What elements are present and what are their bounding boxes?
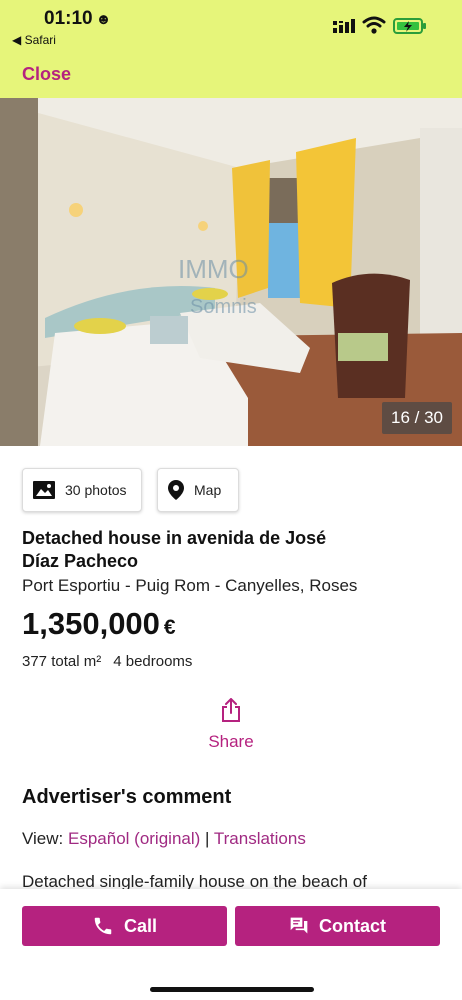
bedroom-photo-image: IMMO Somnis [0,98,462,446]
wifi-icon [362,16,386,34]
listing-photo[interactable]: IMMO Somnis 16 / 30 [0,98,462,446]
back-to-safari[interactable]: ◀ Safari [12,33,56,47]
view-prefix: View: [22,829,64,848]
title-line-1: Detached house in avenida de José [22,528,327,548]
svg-text:Somnis: Somnis [190,296,257,318]
share-button[interactable]: Share [181,698,281,752]
smiley-icon: ☻ [95,11,112,28]
map-button[interactable]: Map [157,468,239,512]
listing-price: 1,350,000 € [22,606,176,642]
language-switch: View: Español (original) | Translations [22,829,306,849]
top-header: 01:10 ☻ ◀ Safari Close [0,0,462,98]
svg-text:IMMO: IMMO [178,254,249,284]
status-time: 01:10 ☻ [44,8,111,30]
bottom-action-bar: Call Contact [0,889,462,1000]
call-label: Call [123,915,157,936]
signal-icon [333,19,355,33]
map-pin-icon [168,480,184,500]
translations-link[interactable]: Translations [214,829,306,848]
clock: 01:10 [44,8,93,29]
home-indicator[interactable] [150,987,314,992]
share-label: Share [208,732,254,751]
call-button[interactable]: Call [22,906,227,946]
price-value: 1,350,000 [22,606,160,641]
price-currency: € [163,616,176,639]
map-label: Map [194,482,222,498]
chat-icon [290,917,308,934]
separator: | [205,829,210,848]
contact-button[interactable]: Contact [235,906,440,946]
listing-features: 377 total m² 4 bedrooms [22,653,192,670]
photos-button[interactable]: 30 photos [22,468,142,512]
original-language-link[interactable]: Español (original) [68,829,200,848]
feature-bedrooms: 4 bedrooms [113,653,193,670]
photos-label: 30 photos [65,482,127,498]
listing-title: Detached house in avenida de José Díaz P… [22,527,382,573]
feature-area: 377 total m² [22,653,102,670]
battery-icon [393,18,426,34]
phone-icon [94,917,112,935]
image-icon [33,481,55,499]
share-icon [222,698,240,722]
title-line-2: Díaz Pacheco [22,551,139,571]
comment-heading: Advertiser's comment [22,786,232,808]
listing-location: Port Esportiu - Puig Rom - Canyelles, Ro… [22,576,358,595]
close-button[interactable]: Close [22,64,71,85]
photo-counter: 16 / 30 [382,402,452,434]
contact-label: Contact [319,915,386,936]
